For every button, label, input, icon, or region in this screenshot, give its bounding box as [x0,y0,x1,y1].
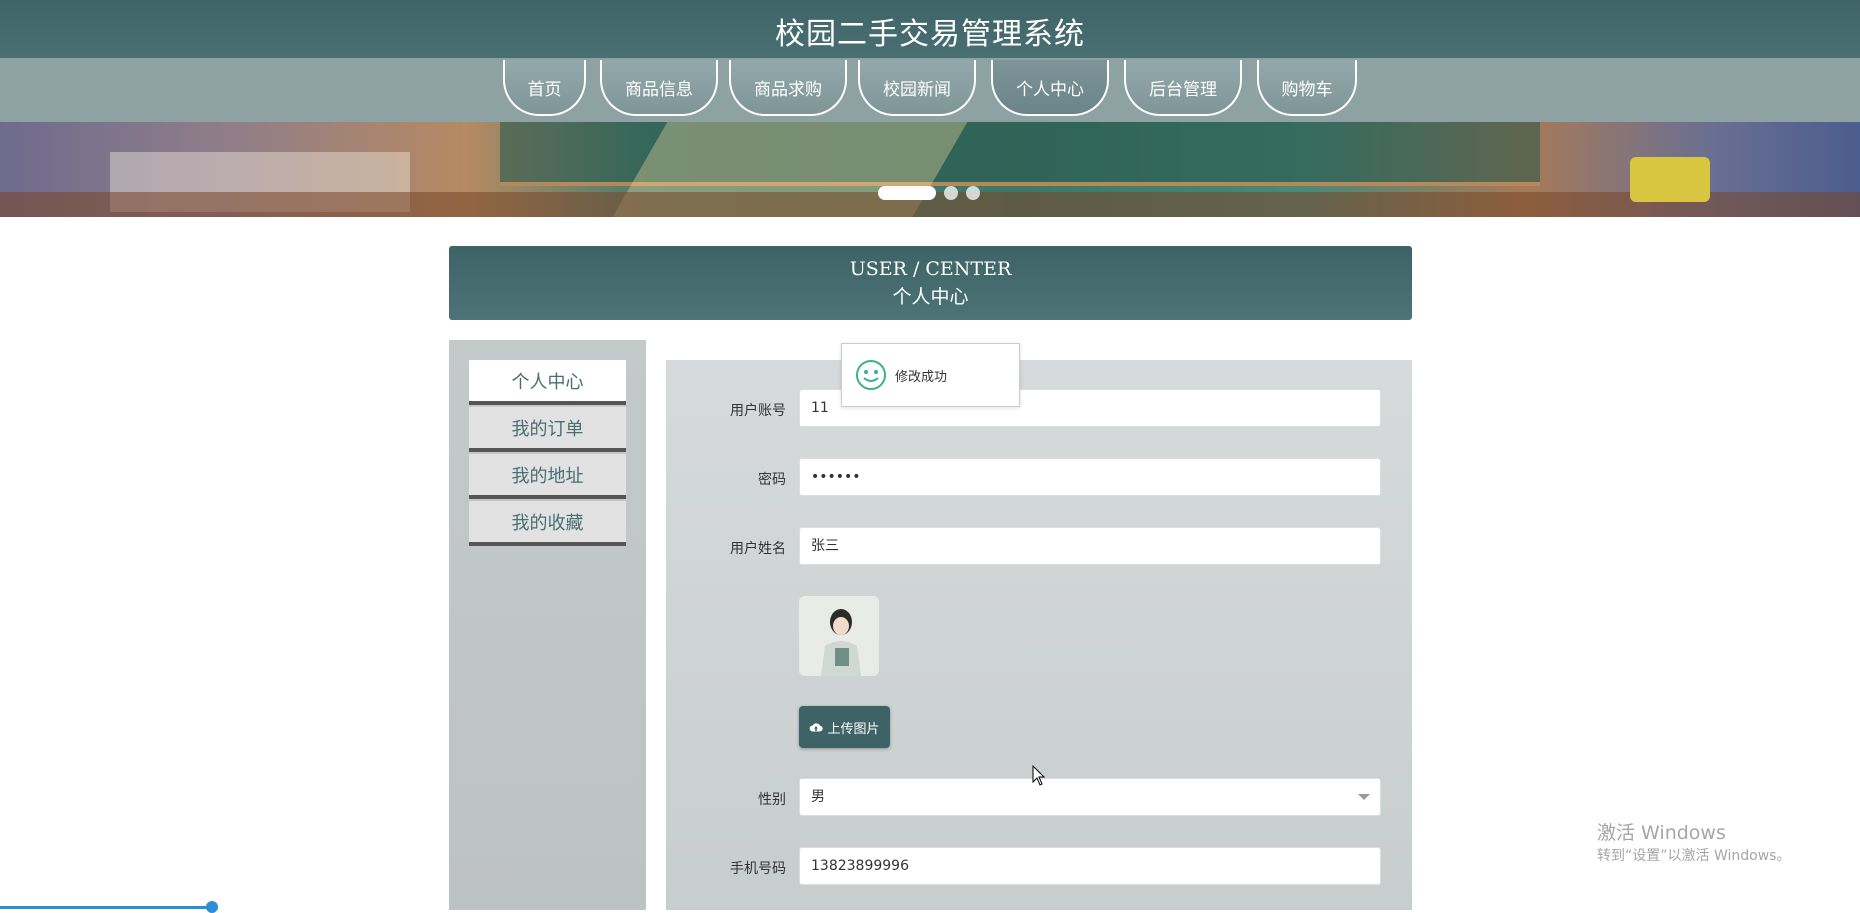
mouse-cursor-icon [1032,765,1046,786]
activation-watermark-subtitle: 转到“设置”以激活 Windows。 [1597,848,1791,864]
upload-button-label: 上传图片 [827,721,880,737]
section-header: USER / CENTER 个人中心 [449,246,1412,320]
carousel-dot-2[interactable] [944,186,958,200]
nav-cart[interactable]: 购物车 [1257,60,1357,116]
nav-products[interactable]: 商品信息 [600,60,718,116]
nav-home[interactable]: 首页 [503,60,586,116]
side-item-user-center[interactable]: 个人中心 [469,360,626,405]
password-field[interactable]: •••••• [799,458,1381,496]
section-title-en: USER / CENTER [849,258,1012,280]
success-toast: 修改成功 [841,343,1020,407]
side-item-orders[interactable]: 我的订单 [469,407,626,452]
upload-image-button[interactable]: 上传图片 [799,706,890,748]
name-field[interactable]: 张三 [799,527,1381,565]
profile-form: 用户账号 11 密码 •••••• 用户姓名 张三 上传图片 性别 男 手机号码… [666,360,1412,910]
name-label: 用户姓名 [730,541,786,557]
nav-wanted[interactable]: 商品求购 [729,60,847,116]
side-menu: 个人中心 我的订单 我的地址 我的收藏 [449,340,646,910]
gender-label: 性别 [758,792,786,808]
password-label: 密码 [758,472,786,488]
side-item-favorites[interactable]: 我的收藏 [469,501,626,546]
site-title: 校园二手交易管理系统 [775,17,1085,52]
cloud-upload-icon [810,723,824,732]
side-item-address[interactable]: 我的地址 [469,454,626,499]
chevron-down-icon [1358,794,1370,800]
phone-label: 手机号码 [730,861,786,877]
avatar-preview[interactable] [799,596,879,676]
section-title-cn: 个人中心 [892,286,969,308]
toast-message: 修改成功 [895,369,948,385]
account-label: 用户账号 [730,403,786,419]
banner-carousel [0,122,1860,217]
carousel-dot-3[interactable] [966,186,980,200]
main-nav: 首页 商品信息 商品求购 校园新闻 个人中心 后台管理 购物车 [0,58,1860,122]
nav-news[interactable]: 校园新闻 [858,60,976,116]
page-progress-bar [0,906,214,909]
avatar-image [799,596,879,676]
gender-select-value: 男 [811,789,825,805]
carousel-dot-1[interactable] [878,186,936,200]
activation-watermark-title: 激活 Windows [1597,822,1726,844]
carousel-indicators [878,186,980,200]
gender-select[interactable]: 男 [799,778,1381,816]
progress-knob[interactable] [206,901,218,913]
top-bar: 校园二手交易管理系统 [0,0,1860,58]
phone-field[interactable]: 13823899996 [799,847,1381,885]
nav-user-center[interactable]: 个人中心 [991,60,1109,116]
nav-admin[interactable]: 后台管理 [1124,60,1242,116]
smile-icon [856,360,886,390]
